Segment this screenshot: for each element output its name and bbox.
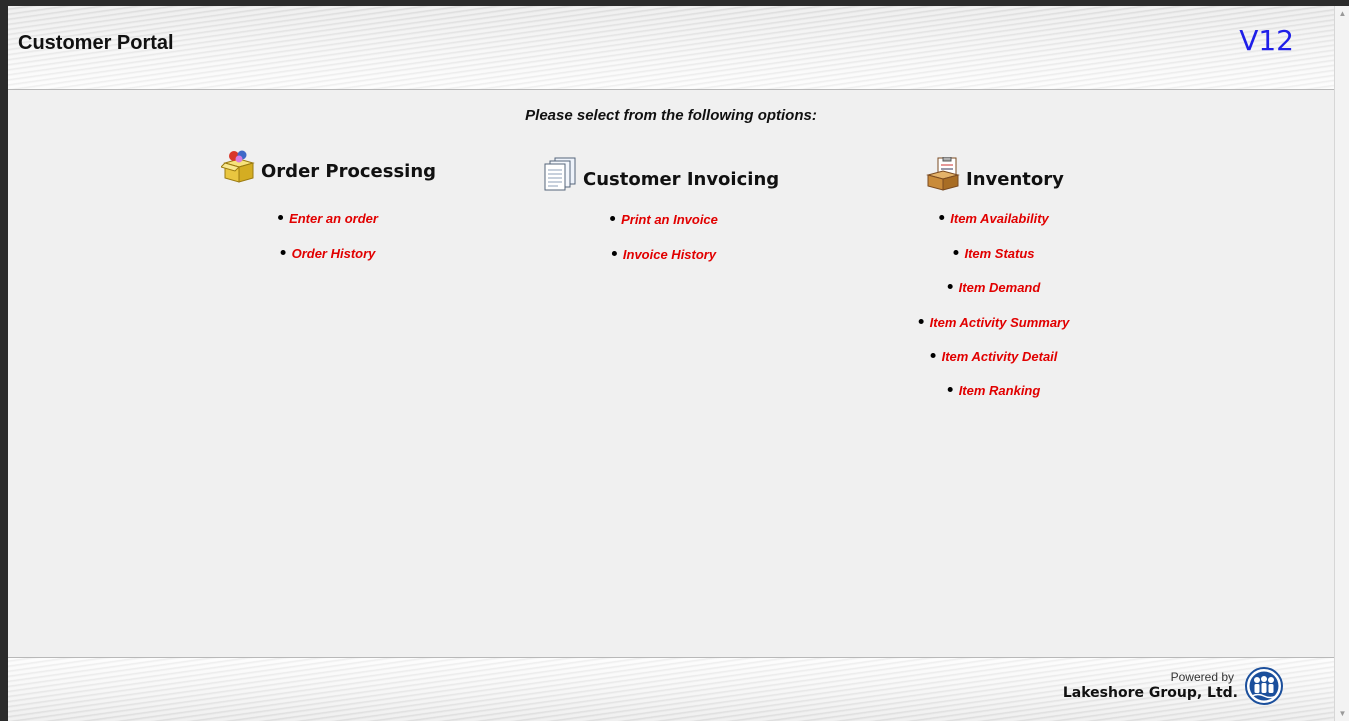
section-customer-invoicing: Customer Invoicing [543,157,779,191]
link-item-activity-summary[interactable]: Item Activity Summary [918,315,1070,330]
bullet-icon [947,387,953,393]
scroll-up-icon[interactable]: ▲ [1338,9,1347,18]
link-label: Item Ranking [958,383,1041,398]
footer-bar: Powered by Lakeshore Group, Ltd. [8,657,1334,721]
link-label: Invoice History [622,247,717,262]
bullet-icon [947,284,953,290]
link-invoice-history[interactable]: Invoice History [611,247,717,262]
link-item-activity-detail[interactable]: Item Activity Detail [930,349,1058,364]
company-logo-icon [1244,666,1284,706]
link-label: Item Activity Detail [941,349,1058,364]
bullet-icon [939,215,945,221]
company-name: Lakeshore Group, Ltd. [1062,685,1238,701]
link-print-an-invoice[interactable]: Print an Invoice [610,212,718,227]
section-inventory: Inventory [926,156,1064,191]
link-label: Item Demand [958,280,1041,295]
header-bar: Customer Portal V12 [8,6,1334,90]
section-title: Customer Invoicing [583,169,780,190]
bullet-icon [280,250,286,256]
instruction-text: Please select from the following options… [525,107,817,124]
powered-by-label: Powered by [1170,670,1234,684]
documents-icon [543,157,579,191]
link-item-ranking[interactable]: Item Ranking [947,383,1041,398]
link-label: Print an Invoice [621,212,718,227]
bullet-icon [930,353,936,359]
section-title: Order Processing [261,161,437,182]
link-item-demand[interactable]: Item Demand [947,280,1041,295]
package-icon [220,149,257,183]
link-order-history[interactable]: Order History [280,246,376,261]
link-item-availability[interactable]: Item Availability [939,211,1049,226]
bullet-icon [953,250,959,256]
bullet-icon [610,216,616,222]
link-item-status[interactable]: Item Status [953,246,1035,261]
link-enter-an-order[interactable]: Enter an order [278,211,378,226]
bullet-icon [918,319,924,325]
link-label: Enter an order [289,211,378,226]
portal-window: Customer Portal V12 Please select from t… [8,6,1349,721]
version-label: V12 [1239,24,1294,57]
link-label: Order History [291,246,376,261]
bullet-icon [611,251,617,257]
link-label: Item Availability [950,211,1049,226]
section-title: Inventory [966,169,1064,190]
app-title: Customer Portal [18,32,174,54]
link-label: Item Status [964,246,1035,261]
bullet-icon [278,215,284,221]
vertical-scrollbar[interactable]: ▲ ▼ [1334,6,1349,721]
link-label: Item Activity Summary [929,315,1070,330]
clipboard-box-icon [926,156,962,191]
scroll-down-icon[interactable]: ▼ [1338,709,1347,718]
section-order-processing: Order Processing [220,149,437,183]
